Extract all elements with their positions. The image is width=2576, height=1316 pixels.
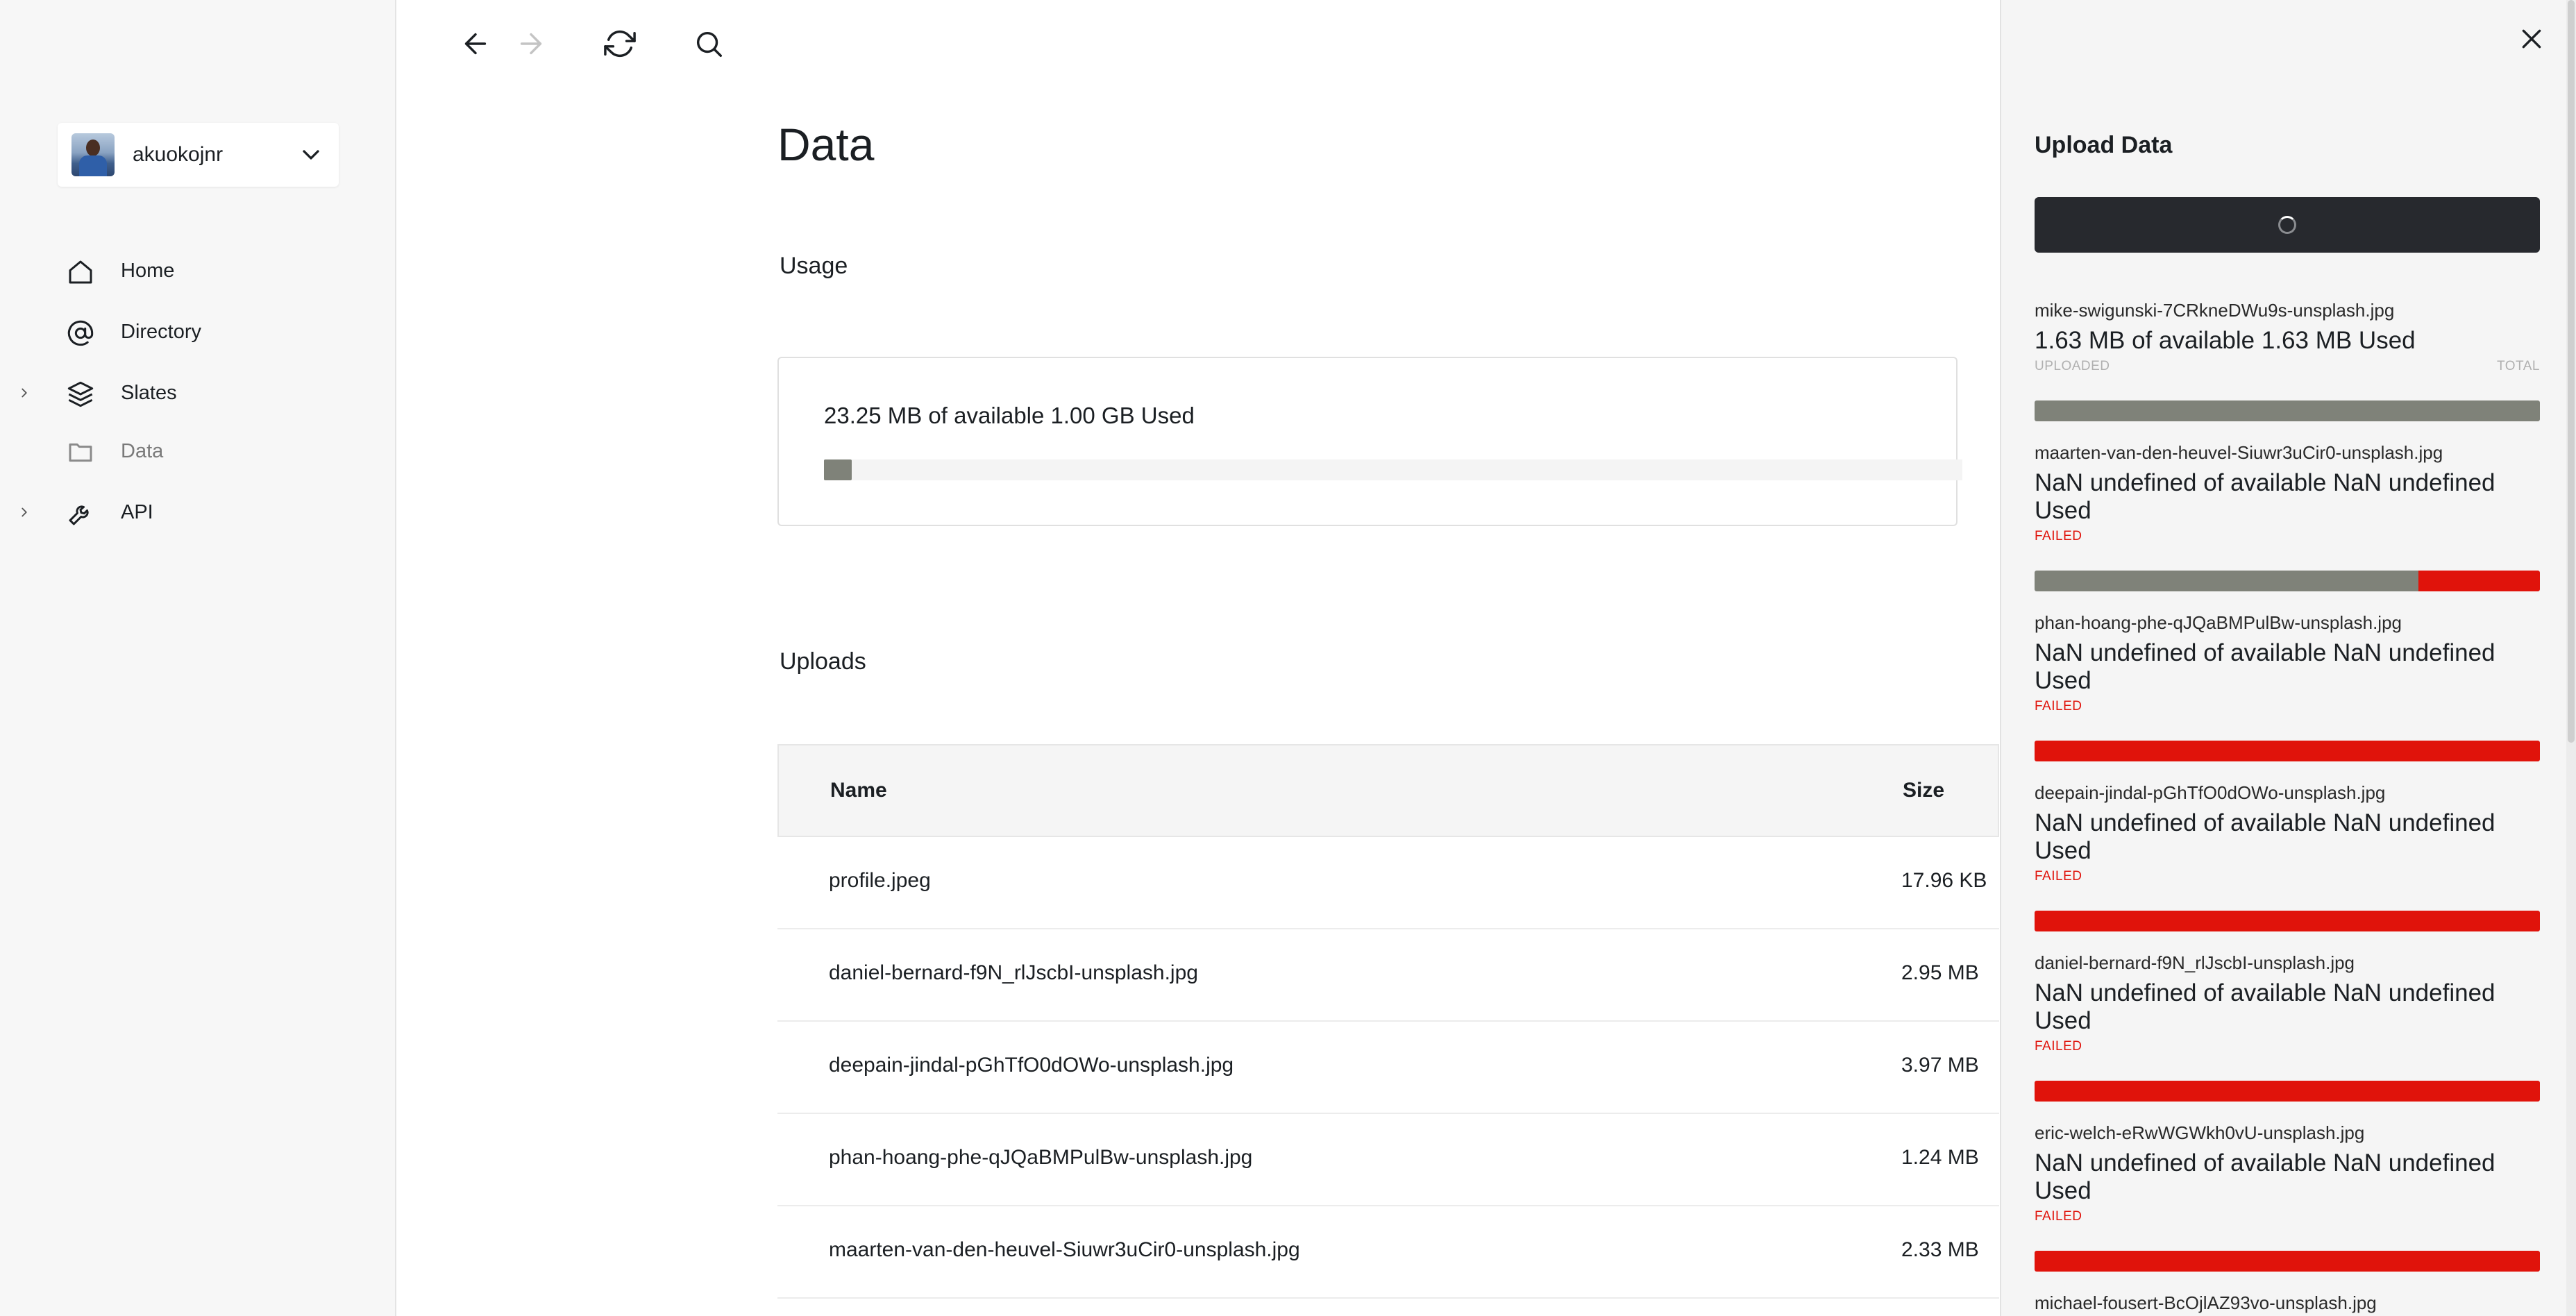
upload-file-name: maarten-van-den-heuvel-Siuwr3uCir0-unspl…: [2035, 442, 2443, 463]
sidebar-item-label: Directory: [121, 320, 202, 343]
chevron-down-icon[interactable]: [297, 141, 325, 169]
usage-heading: Usage: [780, 253, 848, 279]
upload-progress-bar: [2035, 911, 2540, 931]
panel-scrollbar[interactable]: [2566, 0, 2576, 1316]
upload-size-text: NaN undefined of available NaN undefined…: [2035, 979, 2495, 1034]
upload-file-name: eric-welch-eRwWGWkh0vU-unsplash.jpg: [2035, 1122, 2365, 1143]
upload-item: maarten-van-den-heuvel-Siuwr3uCir0-unspl…: [2035, 442, 2540, 591]
file-size: 3.97 MB: [1901, 1054, 1979, 1077]
back-arrow-icon[interactable]: [460, 28, 491, 60]
file-name: phan-hoang-phe-qJQaBMPulBw-unsplash.jpg: [829, 1146, 1253, 1169]
panel-title: Upload Data: [2035, 132, 2173, 158]
file-name: maarten-van-den-heuvel-Siuwr3uCir0-unspl…: [829, 1238, 1300, 1261]
table-row[interactable]: profile.jpeg 17.96 KB: [777, 837, 1999, 929]
upload-item: phan-hoang-phe-qJQaBMPulBw-unsplash.jpg …: [2035, 612, 2540, 761]
sidebar-item-data[interactable]: Data: [0, 427, 396, 475]
usage-progress-fill: [824, 459, 852, 480]
usage-card: 23.25 MB of available 1.00 GB Used: [777, 357, 1962, 526]
upload-progress-bar: [2035, 741, 2540, 761]
sidebar-item-label: Home: [121, 259, 175, 282]
upload-progress-bar: [2035, 1081, 2540, 1102]
usage-progress-track: [824, 459, 1962, 480]
upload-item: eric-welch-eRwWGWkh0vU-unsplash.jpg NaN …: [2035, 1122, 2540, 1272]
upload-file-name: phan-hoang-phe-qJQaBMPulBw-unsplash.jpg: [2035, 612, 2402, 633]
upload-item: daniel-bernard-f9N_rlJscbI-unsplash.jpg …: [2035, 952, 2540, 1102]
usage-text: 23.25 MB of available 1.00 GB Used: [824, 403, 1195, 428]
upload-status: FAILED: [2035, 699, 2082, 714]
upload-progress-bar: [2035, 571, 2540, 591]
at-icon: [67, 320, 94, 346]
avatar: [71, 133, 115, 176]
file-name: deepain-jindal-pGhTfO0dOWo-unsplash.jpg: [829, 1054, 1234, 1077]
column-header-size[interactable]: Size: [1903, 779, 1944, 802]
file-size: 2.33 MB: [1901, 1238, 1979, 1261]
table-row[interactable]: maarten-van-den-heuvel-Siuwr3uCir0-unspl…: [777, 1206, 1999, 1299]
upload-progress-bar: [2035, 400, 2540, 421]
file-size: 17.96 KB: [1901, 869, 1987, 892]
home-icon: [69, 260, 92, 284]
sidebar-item-directory[interactable]: Directory: [0, 307, 396, 356]
upload-file-name: mike-swigunski-7CRkneDWu9s-unsplash.jpg: [2035, 300, 2395, 321]
table-row[interactable]: deepain-jindal-pGhTfO0dOWo-unsplash.jpg …: [777, 1022, 1999, 1114]
layers-icon: [67, 381, 94, 407]
table-row[interactable]: daniel-bernard-f9N_rlJscbI-unsplash.jpg …: [777, 929, 1999, 1022]
sidebar: akuokojnr Home Directory Slates Data API: [0, 0, 396, 1316]
file-size: 1.24 MB: [1901, 1146, 1979, 1169]
upload-button[interactable]: [2035, 197, 2540, 253]
file-name: profile.jpeg: [829, 869, 931, 892]
forward-arrow-icon[interactable]: [515, 28, 547, 60]
sidebar-item-home[interactable]: Home: [0, 246, 396, 295]
sidebar-item-api[interactable]: API: [0, 488, 396, 537]
account-switcher[interactable]: akuokojnr: [58, 123, 339, 187]
sidebar-item-label: Data: [121, 439, 164, 462]
account-username: akuokojnr: [133, 143, 224, 166]
upload-status: FAILED: [2035, 1039, 2082, 1054]
upload-item: mike-swigunski-7CRkneDWu9s-unsplash.jpg …: [2035, 300, 2540, 421]
upload-status: UPLOADED: [2035, 359, 2110, 373]
upload-status: FAILED: [2035, 529, 2082, 543]
upload-total-label: TOTAL: [2497, 359, 2540, 373]
wrench-icon: [69, 505, 89, 525]
sidebar-item-label: Slates: [121, 381, 177, 404]
upload-status: FAILED: [2035, 869, 2082, 884]
file-name: daniel-bernard-f9N_rlJscbI-unsplash.jpg: [829, 961, 1198, 984]
upload-size-text: NaN undefined of available NaN undefined…: [2035, 1149, 2495, 1204]
refresh-icon[interactable]: [604, 28, 636, 60]
table-row[interactable]: phan-hoang-phe-qJQaBMPulBw-unsplash.jpg …: [777, 1114, 1999, 1206]
upload-file-name: deepain-jindal-pGhTfO0dOWo-unsplash.jpg: [2035, 782, 2386, 803]
table-header: Name Size: [777, 744, 1999, 837]
upload-file-name: michael-fousert-BcOjlAZ93vo-unsplash.jpg: [2035, 1292, 2377, 1313]
upload-file-name: daniel-bernard-f9N_rlJscbI-unsplash.jpg: [2035, 952, 2355, 973]
upload-status: FAILED: [2035, 1209, 2082, 1224]
search-icon[interactable]: [693, 28, 725, 60]
upload-size-text: 1.63 MB of available 1.63 MB Used: [2035, 327, 2416, 354]
page-title: Data: [777, 119, 875, 170]
chevron-right-icon[interactable]: [17, 505, 32, 520]
upload-size-text: NaN undefined of available NaN undefined…: [2035, 809, 2495, 864]
uploads-heading: Uploads: [780, 648, 866, 675]
upload-size-text: NaN undefined of available NaN undefined…: [2035, 469, 2495, 524]
folder-icon: [69, 443, 92, 462]
chevron-right-icon[interactable]: [17, 385, 32, 400]
loading-spinner-icon: [2278, 216, 2296, 234]
upload-progress-bar: [2035, 1251, 2540, 1272]
scrollbar-thumb[interactable]: [2568, 0, 2575, 743]
column-header-name[interactable]: Name: [830, 779, 887, 802]
upload-size-text: NaN undefined of available NaN undefined…: [2035, 639, 2495, 694]
close-icon[interactable]: [2518, 25, 2545, 53]
sidebar-item-slates[interactable]: Slates: [0, 369, 396, 417]
sidebar-item-label: API: [121, 500, 153, 523]
file-size: 2.95 MB: [1901, 961, 1979, 984]
upload-panel: Upload Data mike-swigunski-7CRkneDWu9s-u…: [2000, 0, 2576, 1316]
upload-item: michael-fousert-BcOjlAZ93vo-unsplash.jpg: [2035, 1292, 2540, 1314]
upload-item: deepain-jindal-pGhTfO0dOWo-unsplash.jpg …: [2035, 782, 2540, 931]
